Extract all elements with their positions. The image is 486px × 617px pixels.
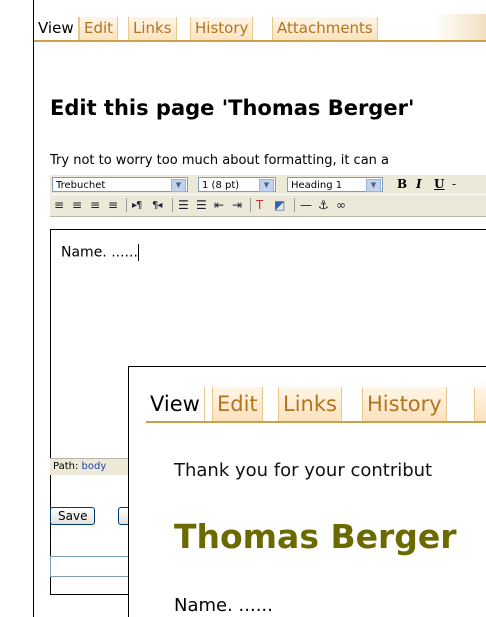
editor-toolbar-bottom: ≡ ≡ ≡ ≡ ▸¶ ¶◂ ☰ ☰ ⇤ ⇥ T ◩ — ⚓ ∞ [50, 194, 486, 217]
chevron-down-icon: ▼ [366, 179, 381, 192]
toolbar-separator [126, 198, 127, 212]
tab-history[interactable]: History [362, 387, 447, 421]
editor-content: Name. ...... [61, 244, 139, 261]
style-select-value: Heading 1 [291, 180, 343, 191]
text-caret [137, 244, 139, 261]
size-select-value: 1 (8 pt) [202, 180, 240, 191]
comment-input[interactable] [50, 556, 135, 577]
tab-edit[interactable]: Edit [79, 17, 119, 40]
edit-page-tab-bar: View Edit Links History Attachments [34, 14, 486, 42]
path-body-link[interactable]: body [82, 461, 107, 472]
editor-path-bar: Path: body [50, 458, 133, 475]
toolbar-separator [250, 198, 251, 212]
align-right-icon[interactable]: ≡ [90, 198, 100, 213]
page-body-text: Name. ...... [174, 595, 273, 616]
font-select-value: Trebuchet [56, 180, 106, 191]
formatting-tip: Try not to worry too much about formatti… [50, 153, 390, 168]
toolbar-separator [172, 198, 173, 212]
strikethrough-icon[interactable]: - [452, 177, 456, 192]
align-center-icon[interactable]: ≡ [72, 198, 82, 213]
link-icon[interactable]: ∞ [336, 198, 346, 213]
text-color-icon[interactable]: T [256, 198, 263, 213]
page-title: Edit this page 'Thomas Berger' [50, 96, 415, 120]
chevron-down-icon: ▼ [259, 179, 274, 192]
thanks-message: Thank you for your contribut [174, 460, 433, 481]
page-heading: Thomas Berger [174, 517, 457, 556]
indent-icon[interactable]: ⇥ [232, 198, 242, 213]
tab-attachments[interactable]: Attachments [272, 17, 378, 40]
align-justify-icon[interactable]: ≡ [108, 198, 118, 213]
ltr-icon[interactable]: ▸¶ [132, 198, 142, 213]
ordered-list-icon[interactable]: ☰ [178, 198, 189, 213]
bold-button[interactable]: B [397, 177, 407, 192]
align-left-icon[interactable]: ≡ [54, 198, 64, 213]
editor-toolbar-top: Trebuchet ▼ 1 (8 pt) ▼ Heading 1 ▼ B I U… [50, 174, 486, 195]
view-page-window: View Edit Links History Thank you for yo… [128, 366, 486, 617]
highlight-color-icon[interactable]: ◩ [274, 198, 285, 213]
unordered-list-icon[interactable]: ☰ [196, 198, 207, 213]
rtl-icon[interactable]: ¶◂ [152, 198, 162, 213]
tab-edit[interactable]: Edit [212, 387, 263, 421]
outdent-icon[interactable]: ⇤ [214, 198, 224, 213]
tab-links[interactable]: Links [278, 387, 342, 421]
underline-button[interactable]: U [434, 177, 444, 192]
toolbar-separator [294, 198, 295, 212]
tab-view[interactable]: View [34, 17, 79, 40]
font-select[interactable]: Trebuchet ▼ [52, 177, 188, 192]
style-select[interactable]: Heading 1 ▼ [287, 177, 383, 192]
size-select[interactable]: 1 (8 pt) ▼ [198, 177, 276, 192]
editor-text: Name. ...... [61, 244, 138, 261]
tab-attachments[interactable] [474, 387, 486, 421]
path-label: Path: [53, 461, 79, 472]
view-page-tab-bar: View Edit Links History [146, 381, 486, 423]
tab-links[interactable]: Links [128, 17, 177, 40]
window-left-border [33, 0, 34, 617]
italic-button[interactable]: I [416, 177, 422, 192]
chevron-down-icon: ▼ [171, 179, 186, 192]
tab-history[interactable]: History [190, 17, 254, 40]
tab-view[interactable]: View [146, 387, 205, 421]
save-button[interactable]: Save [50, 507, 96, 525]
horizontal-rule-icon[interactable]: — [300, 198, 312, 213]
anchor-icon[interactable]: ⚓ [318, 198, 329, 213]
